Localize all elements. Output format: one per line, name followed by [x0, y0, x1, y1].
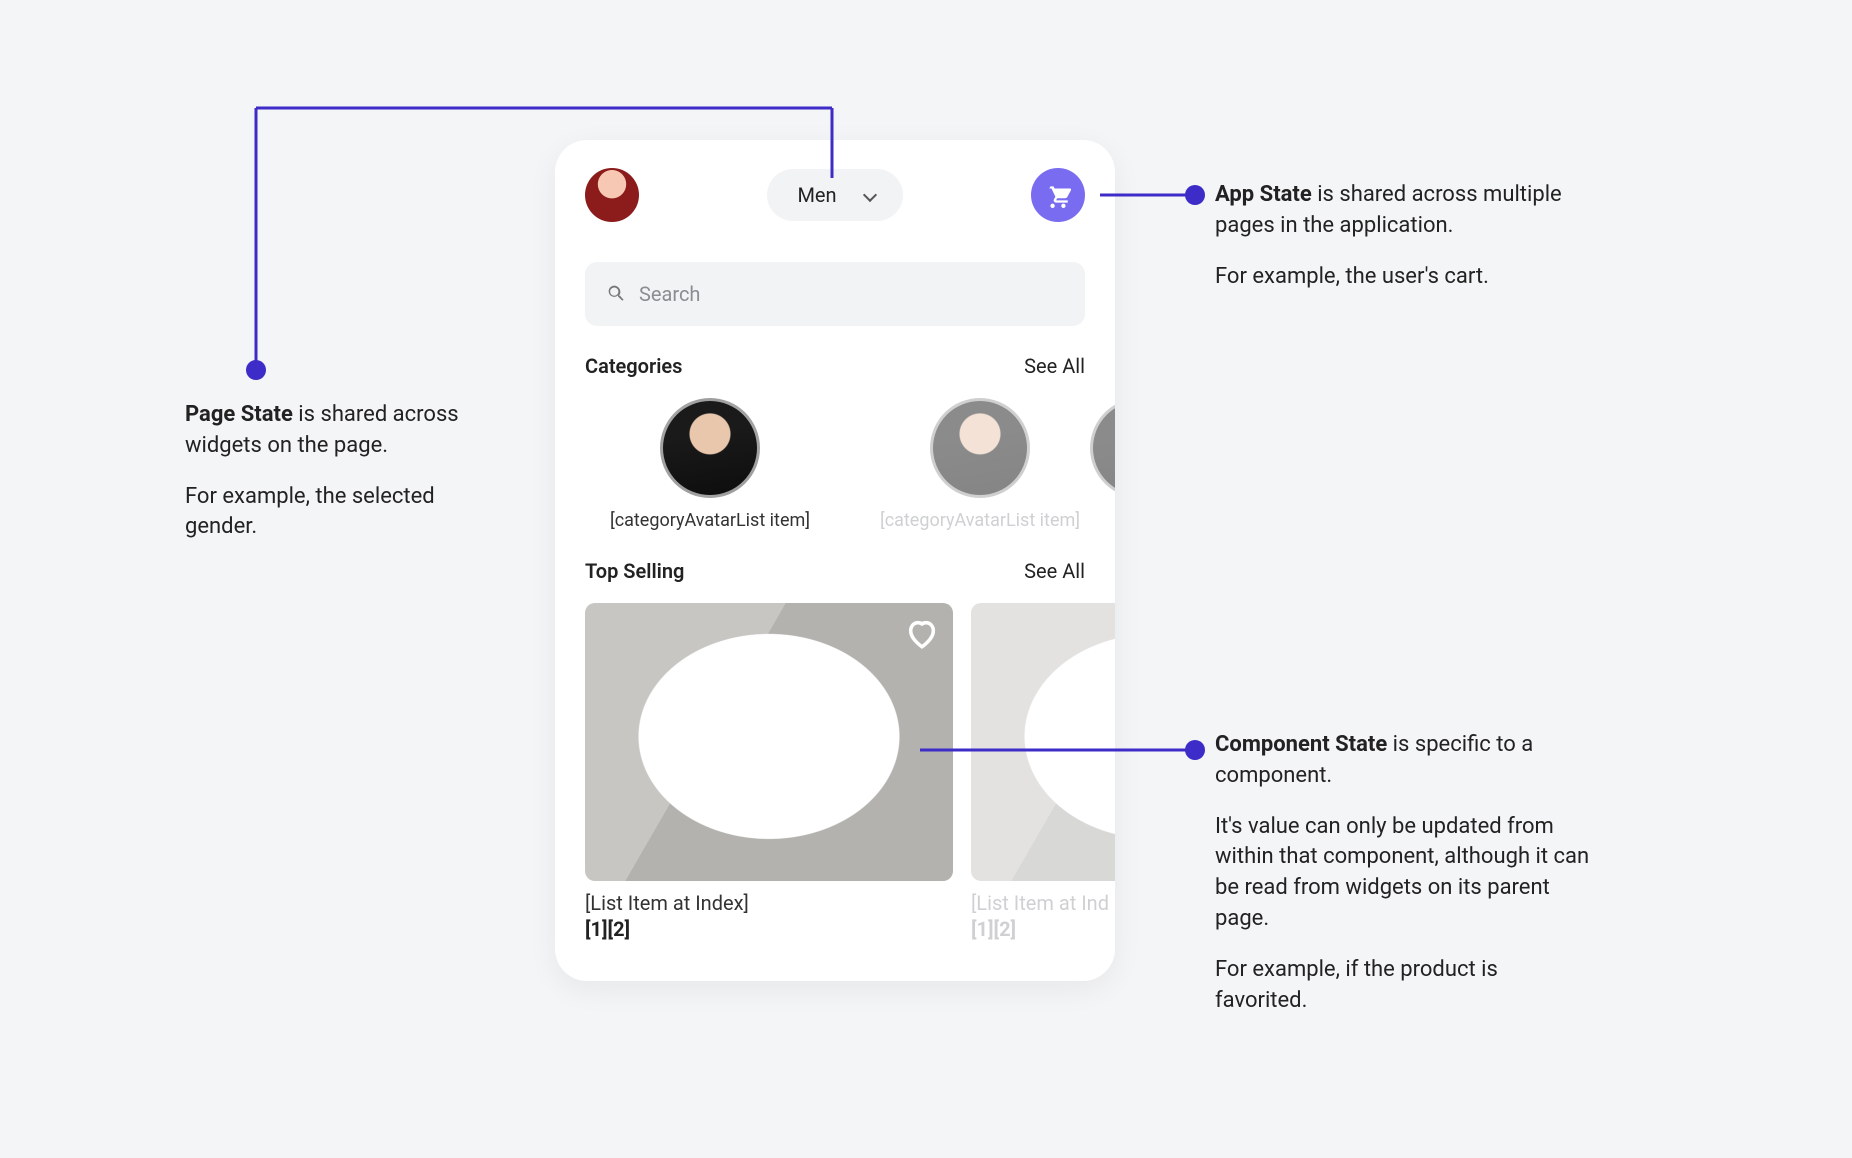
favorite-button[interactable] — [905, 617, 939, 651]
user-avatar[interactable] — [585, 168, 639, 222]
category-label: [categoryAvatarList item] — [585, 510, 835, 531]
top-selling-see-all[interactable]: See All — [1024, 559, 1085, 583]
annotation-page-state: Page State is shared across widgets on t… — [185, 400, 465, 543]
annotation-app-state: App State is shared across multiple page… — [1215, 180, 1575, 292]
product-image — [585, 603, 953, 881]
top-selling-section-header: Top Selling See All — [585, 559, 1085, 583]
phone-header: Men — [555, 140, 1115, 240]
product-subtitle: [1][2] — [585, 917, 953, 941]
product-card[interactable]: [List Item at Index] [1][2] — [585, 603, 953, 941]
category-item[interactable]: [categoryAvatarList item] — [585, 398, 835, 531]
chevron-down-icon — [863, 188, 877, 202]
heart-icon — [905, 617, 939, 651]
annotation-component-state-detail: It's value can only be updated from with… — [1215, 812, 1595, 935]
annotation-component-state: Component State is specific to a compone… — [1215, 730, 1595, 1016]
annotation-page-state-example: For example, the selected gender. — [185, 482, 465, 544]
search-icon — [607, 284, 627, 304]
annotation-component-state-example: For example, if the product is favorited… — [1215, 955, 1595, 1017]
cart-button[interactable] — [1031, 168, 1085, 222]
product-title: [List Item at Index] — [585, 891, 953, 915]
top-selling-title: Top Selling — [585, 559, 684, 583]
annotation-component-state-bold: Component State — [1215, 732, 1387, 757]
annotation-page-state-bold: Page State — [185, 402, 293, 427]
search-input[interactable]: Search — [585, 262, 1085, 326]
category-item[interactable]: [categoryAvatarList item] — [855, 398, 1105, 531]
search-placeholder: Search — [639, 282, 700, 306]
product-subtitle: [1][2] — [971, 917, 1115, 941]
categories-title: Categories — [585, 354, 682, 378]
category-label: [categoryAvatarList item] — [855, 510, 1105, 531]
annotation-app-state-example: For example, the user's cart. — [1215, 262, 1575, 293]
gender-dropdown-label: Men — [797, 183, 836, 207]
categories-section-header: Categories See All — [585, 354, 1085, 378]
top-selling-list[interactable]: [List Item at Index] [1][2] [List Item a… — [585, 603, 1115, 941]
categories-list[interactable]: [categoryAvatarList item] [categoryAvata… — [585, 398, 1115, 531]
annotation-app-state-bold: App State — [1215, 182, 1312, 207]
categories-see-all[interactable]: See All — [1024, 354, 1085, 378]
product-card[interactable]: [List Item at Ind [1][2] — [971, 603, 1115, 941]
cart-icon — [1045, 182, 1071, 208]
product-image — [971, 603, 1115, 881]
category-avatar — [660, 398, 760, 498]
product-title: [List Item at Ind — [971, 891, 1115, 915]
category-avatar — [930, 398, 1030, 498]
phone-mockup: Men Search Categories See All [categoryA… — [555, 140, 1115, 981]
gender-dropdown[interactable]: Men — [767, 169, 902, 221]
